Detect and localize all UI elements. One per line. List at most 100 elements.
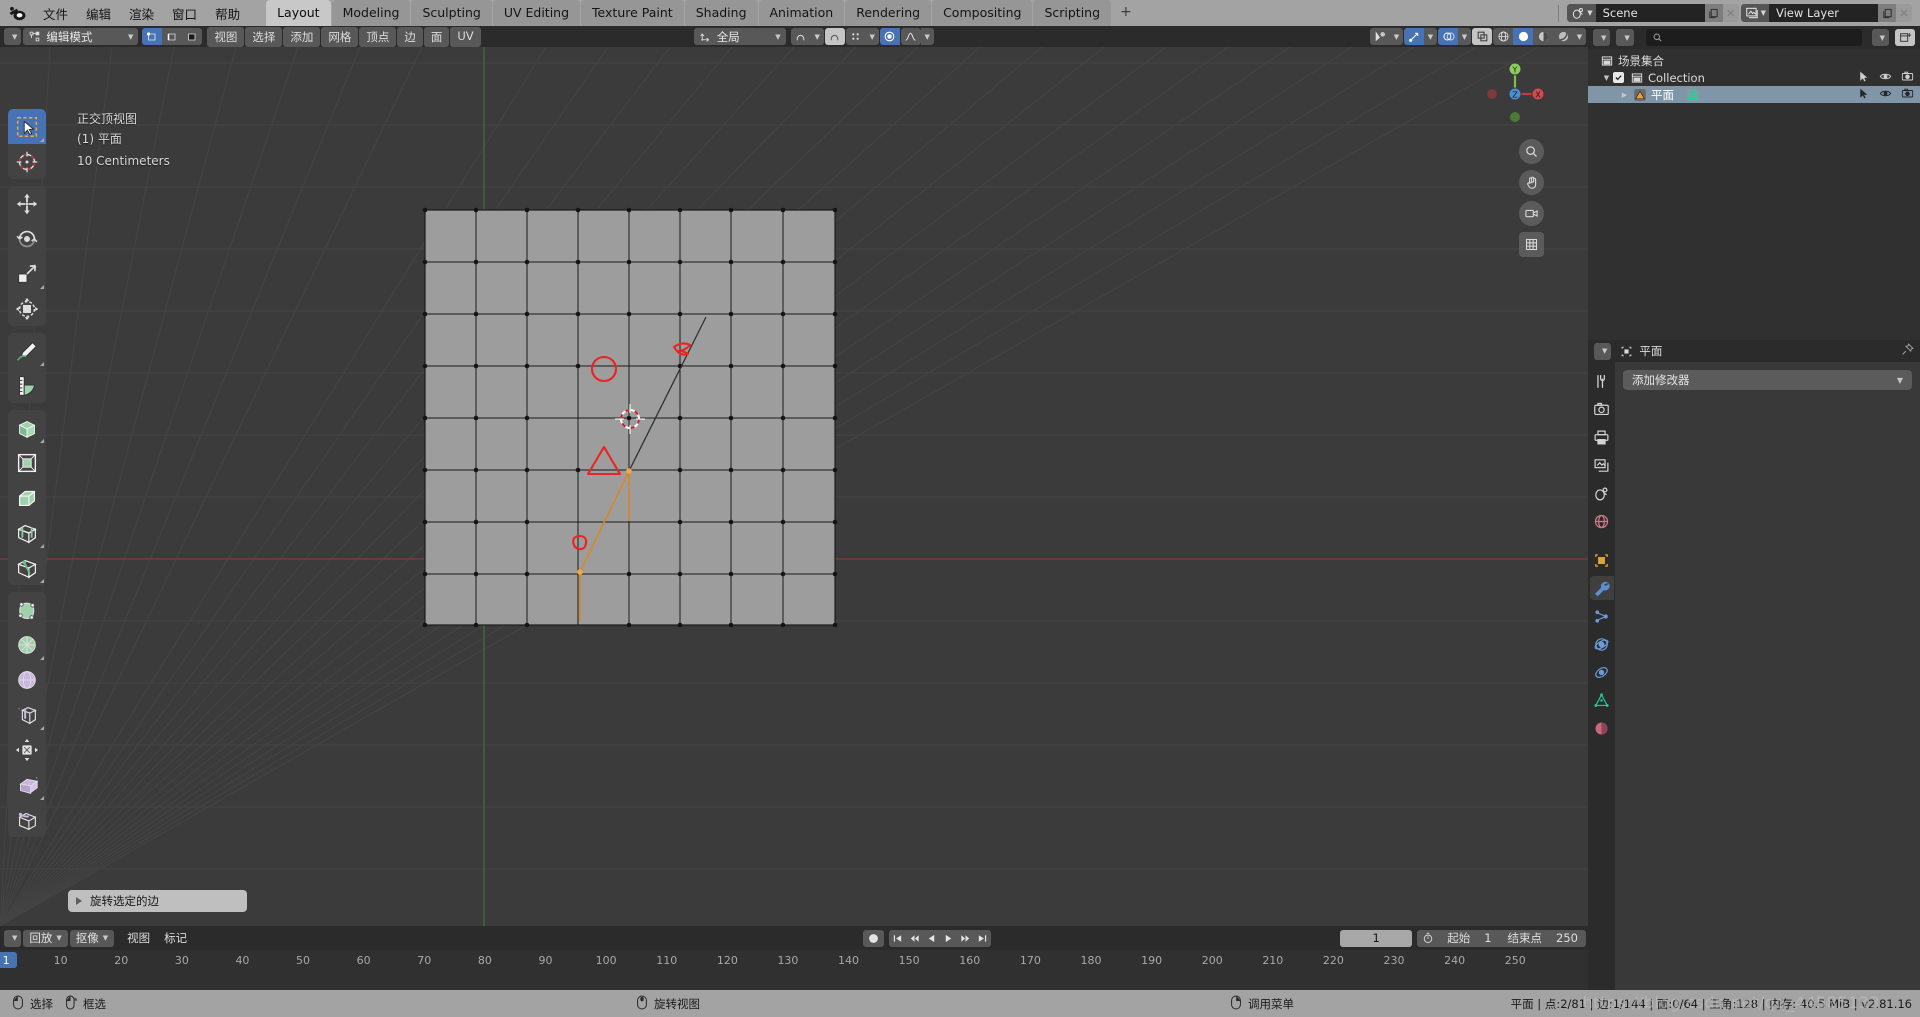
new-collection-icon[interactable] [1895, 29, 1915, 46]
particles-icon[interactable] [1590, 604, 1614, 628]
menu-edge[interactable]: 边 [397, 26, 423, 47]
rip-region-tool[interactable] [8, 802, 46, 837]
menu-edit[interactable]: 编辑 [77, 0, 120, 26]
timeline-ruler-row[interactable]: 10 20 30 40 50 60 70 80 90 100 110 120 130 140 150 160 1… [0, 950, 1588, 990]
scene-new-button[interactable] [1704, 4, 1723, 22]
tab-animation[interactable]: Animation [758, 0, 845, 26]
menu-render[interactable]: 渲染 [120, 0, 163, 26]
cursor-tool[interactable] [8, 144, 46, 179]
menu-view[interactable]: 视图 [207, 26, 245, 47]
overlays-chevron-icon[interactable]: ▼ [1458, 28, 1471, 45]
gizmo-icon[interactable] [1404, 28, 1424, 45]
printer-icon[interactable] [1590, 425, 1614, 449]
add-workspace-tab[interactable]: + [1112, 0, 1140, 26]
render-camera-icon[interactable] [1590, 397, 1614, 421]
snap-target-chevron-icon[interactable]: ▼ [865, 28, 879, 45]
disclosure-triangle-icon[interactable]: ▼ [1602, 74, 1611, 82]
shear-tool[interactable] [8, 767, 46, 802]
tab-scripting[interactable]: Scripting [1033, 0, 1112, 26]
object-square-icon[interactable] [1590, 548, 1614, 572]
view-layer-icon[interactable]: ▼ [1740, 4, 1769, 22]
knife-tool[interactable] [8, 550, 46, 585]
snap-grid-icon[interactable] [845, 28, 866, 45]
snap-magnet-toggle-icon[interactable] [824, 28, 845, 45]
snap-options-chevron-icon[interactable]: ▼ [810, 28, 824, 45]
shrink-fatten-tool[interactable] [8, 732, 46, 767]
frame-end-field[interactable]: 结束点 250 [1500, 930, 1586, 947]
view-layer-name-field[interactable]: View Layer [1769, 4, 1878, 22]
scene-icon[interactable]: ▼ [1567, 4, 1596, 22]
edge-slide-tool[interactable] [8, 697, 46, 732]
tweak-tool[interactable] [8, 109, 46, 144]
cursor-arrow-icon[interactable] [1857, 87, 1870, 103]
world-globe-icon[interactable] [1590, 509, 1614, 533]
prev-keyframe-icon[interactable] [906, 929, 924, 947]
gizmo-chevron-icon[interactable]: ▼ [1424, 28, 1437, 45]
playback-menu[interactable]: 回放 ▼ [23, 929, 68, 947]
pin-icon[interactable] [1901, 343, 1914, 359]
rotate-tool[interactable] [8, 221, 46, 256]
mesh-data-icon[interactable] [1684, 87, 1701, 102]
loop-cut-tool[interactable] [8, 515, 46, 550]
menu-help[interactable]: 帮助 [206, 0, 249, 26]
camera-icon[interactable] [1901, 70, 1914, 86]
smooth-falloff-icon[interactable] [900, 28, 921, 45]
3d-viewport[interactable]: 正交顶视图 (1) 平面 10 Centimeters Y X Z 旋转选定的边 [0, 47, 1588, 926]
pan-nav-button[interactable] [1519, 170, 1544, 195]
transform-orientation-selector[interactable]: 全局 ▼ [693, 28, 786, 45]
disclosure-triangle-icon[interactable]: ▶ [1620, 91, 1629, 99]
navigation-gizmo[interactable]: Y X Z [1480, 59, 1550, 129]
annotate-tool[interactable] [8, 333, 46, 368]
timeline-editor-icon[interactable]: ▼ [4, 929, 22, 947]
current-frame-field[interactable]: 1 [1340, 929, 1413, 947]
tab-layout[interactable]: Layout [266, 0, 331, 26]
shading-chevron-icon[interactable]: ▼ [1573, 28, 1586, 45]
tab-sculpting[interactable]: Sculpting [411, 0, 492, 26]
mesh-data-triangle-icon[interactable] [1590, 688, 1614, 712]
collection-row[interactable]: ▼ Collection [1588, 69, 1920, 86]
inset-faces-tool[interactable] [8, 445, 46, 480]
overlays-icon[interactable] [1438, 28, 1458, 45]
material-preview-shading[interactable] [1533, 28, 1553, 45]
operator-panel[interactable]: 旋转选定的边 [68, 890, 247, 912]
timeline-playhead[interactable]: 1 [0, 952, 18, 968]
stopwatch-icon[interactable] [1417, 932, 1439, 944]
properties-editor-icon[interactable]: ▼ [1594, 342, 1612, 360]
solid-shading[interactable] [1513, 28, 1533, 45]
tab-texture-paint[interactable]: Texture Paint [581, 0, 684, 26]
filter-id-icon[interactable]: ▼ [1616, 29, 1634, 46]
search-input[interactable] [1645, 29, 1862, 46]
tab-uv-editing[interactable]: UV Editing [492, 0, 581, 26]
funnel-icon[interactable]: ▼ [1871, 29, 1889, 46]
camera-icon[interactable] [1901, 87, 1914, 103]
poly-build-tool[interactable] [8, 592, 46, 627]
falloff-chevron-icon[interactable]: ▼ [920, 28, 934, 45]
timeline-menu-marker[interactable]: 标记 [157, 928, 194, 948]
material-sphere-icon[interactable] [1590, 716, 1614, 740]
eye-icon[interactable] [1879, 87, 1892, 103]
play-reverse-icon[interactable] [923, 929, 941, 947]
measure-tool[interactable] [8, 368, 46, 403]
view-layer-new-button[interactable] [1878, 4, 1896, 22]
ortho-toggle-nav-button[interactable] [1519, 232, 1544, 257]
scene-name-field[interactable]: Scene [1595, 4, 1705, 22]
scene-collection-row[interactable]: 场景集合 [1588, 52, 1920, 69]
visibility-chevron-icon[interactable]: ▼ [1390, 28, 1403, 45]
menu-face[interactable]: 面 [423, 26, 450, 47]
menu-select[interactable]: 选择 [245, 26, 283, 47]
next-keyframe-icon[interactable] [957, 929, 975, 947]
tab-modeling[interactable]: Modeling [331, 0, 411, 26]
face-select-mode[interactable] [182, 28, 203, 45]
object-plane-row[interactable]: ▶ 平面 [1588, 86, 1920, 103]
tab-compositing[interactable]: Compositing [932, 0, 1033, 26]
camera-nav-button[interactable] [1519, 201, 1544, 226]
wrench-icon[interactable] [1589, 576, 1614, 600]
wireframe-shading[interactable] [1493, 28, 1513, 45]
scale-tool[interactable] [8, 256, 46, 291]
extrude-region-tool[interactable] [8, 410, 46, 445]
transform-tool[interactable] [8, 291, 46, 326]
add-modifier-button[interactable]: 添加修改器 ▼ [1623, 370, 1912, 390]
magnet-icon[interactable] [790, 28, 811, 45]
spin-tool[interactable] [8, 627, 46, 662]
editor-type-3dview-icon[interactable]: ▼ [4, 28, 22, 45]
